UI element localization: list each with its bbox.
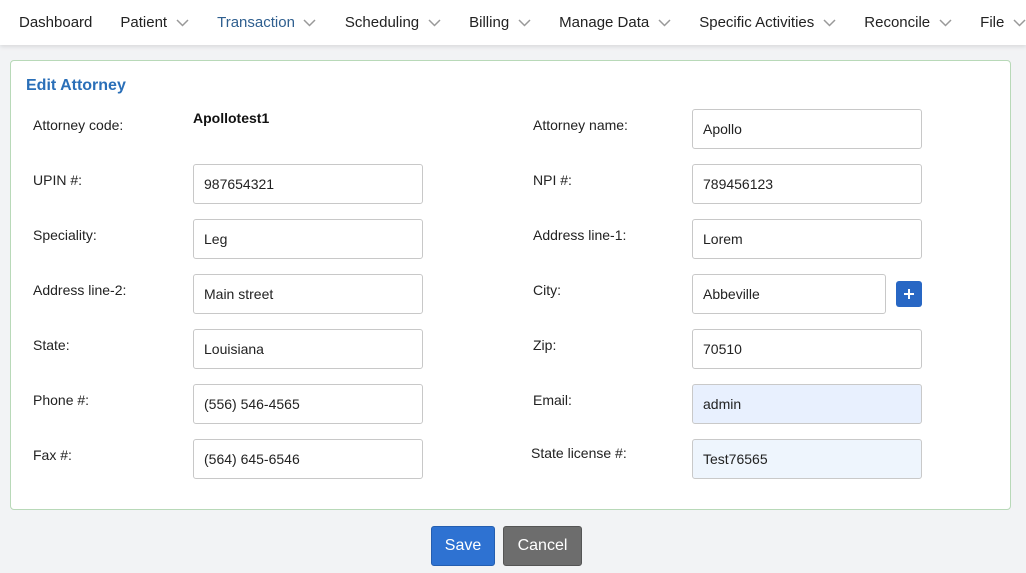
nav-item-label: Transaction (217, 14, 295, 31)
chevron-down-icon (822, 16, 836, 30)
upin-label: UPIN #: (33, 172, 83, 188)
upin-input[interactable] (193, 164, 423, 204)
nav-item-reconcile[interactable]: Reconcile (864, 0, 952, 45)
email-input[interactable] (692, 384, 922, 424)
form-title: Edit Attorney (26, 77, 126, 94)
nav-item-label: Patient (120, 14, 168, 31)
save-button[interactable]: Save (431, 526, 495, 566)
chevron-down-icon (175, 16, 189, 30)
npi-label: NPI #: (533, 172, 572, 188)
state-license-input[interactable] (692, 439, 922, 479)
chevron-down-icon (517, 16, 531, 30)
nav-item-label: Specific Activities (699, 14, 815, 31)
nav-item-patient[interactable]: Patient (120, 0, 189, 45)
address-line-1-input[interactable] (692, 219, 922, 259)
nav-item-dashboard[interactable]: Dashboard (19, 0, 92, 45)
fax-input[interactable] (193, 439, 423, 479)
nav-item-billing[interactable]: Billing (469, 0, 531, 45)
attorney-name-input[interactable] (692, 109, 922, 149)
cancel-button[interactable]: Cancel (503, 526, 582, 566)
address-line-1-label: Address line-1: (533, 227, 627, 243)
attorney-name-label: Attorney name: (533, 117, 628, 133)
city-input[interactable] (692, 274, 886, 314)
npi-input[interactable] (692, 164, 922, 204)
state-input[interactable] (193, 329, 423, 369)
nav-item-specific-activities[interactable]: Specific Activities (699, 0, 836, 45)
plus-icon (904, 289, 914, 299)
attorney-code-value: Apollotest1 (193, 110, 270, 126)
nav-item-manage-data[interactable]: Manage Data (559, 0, 671, 45)
chevron-down-icon (303, 16, 317, 30)
phone-input[interactable] (193, 384, 423, 424)
speciality-input[interactable] (193, 219, 423, 259)
nav-item-scheduling[interactable]: Scheduling (345, 0, 441, 45)
attorney-code-label: Attorney code: (33, 117, 124, 133)
chevron-down-icon (938, 16, 952, 30)
address-line-2-input[interactable] (193, 274, 423, 314)
nav-item-file[interactable]: File (980, 0, 1026, 45)
add-city-button[interactable] (896, 281, 922, 307)
nav-item-label: Manage Data (559, 14, 650, 31)
nav-item-label: Reconcile (864, 14, 931, 31)
state-label: State: (33, 337, 70, 353)
nav-item-transaction[interactable]: Transaction (217, 0, 317, 45)
zip-label: Zip: (533, 337, 557, 353)
top-navigation: Dashboard Patient Transaction Scheduling… (0, 0, 1026, 45)
nav-item-label: Billing (469, 14, 510, 31)
chevron-down-icon (427, 16, 441, 30)
phone-label: Phone #: (33, 392, 90, 408)
address-line-2-label: Address line-2: (33, 282, 127, 298)
chevron-down-icon (1012, 16, 1026, 30)
fax-label: Fax #: (33, 447, 72, 463)
email-label: Email: (533, 392, 572, 408)
chevron-down-icon (657, 16, 671, 30)
nav-item-label: Dashboard (19, 14, 93, 31)
nav-item-label: Scheduling (344, 14, 420, 31)
nav-item-label: File (980, 14, 1005, 31)
city-label: City: (533, 282, 561, 298)
speciality-label: Speciality: (33, 227, 97, 243)
state-license-label: State license #: (531, 445, 627, 461)
zip-input[interactable] (692, 329, 922, 369)
